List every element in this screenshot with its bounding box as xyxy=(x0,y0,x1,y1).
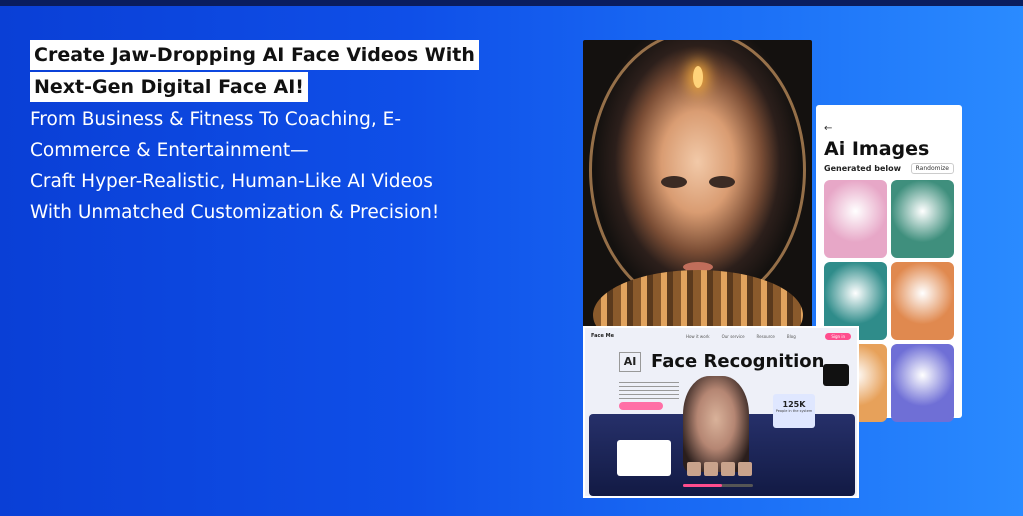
phone-subtitle: Generated below xyxy=(824,164,901,173)
face-thumbnail[interactable] xyxy=(687,462,701,476)
mock-face-thumbnails xyxy=(687,462,752,476)
mock-nav-item[interactable]: Blog xyxy=(787,334,796,339)
face-thumbnail[interactable] xyxy=(738,462,752,476)
mock-signin-button[interactable]: Sign in xyxy=(825,332,851,340)
helmet-light-icon xyxy=(693,66,703,88)
mock-nav-item[interactable]: Resource xyxy=(757,334,775,339)
body-line-1: From Business & Fitness To Coaching, E- xyxy=(30,109,401,130)
mock-chart-card xyxy=(617,440,671,476)
mock-cta-button[interactable] xyxy=(619,402,663,410)
mock-nav: Face Me How it work Our service Resource… xyxy=(585,328,857,344)
body-line-4: With Unmatched Customization & Precision… xyxy=(30,202,440,223)
mock-title: Face Recognition xyxy=(651,351,825,372)
right-eye xyxy=(709,176,735,188)
image-tile[interactable] xyxy=(891,180,954,258)
mock-logo[interactable]: Face Me xyxy=(591,333,614,339)
scan-badge-icon xyxy=(823,364,849,386)
suit-collar xyxy=(593,270,803,330)
mock-face-image xyxy=(683,376,749,472)
mock-progress-bar xyxy=(683,484,753,487)
face-thumbnail[interactable] xyxy=(704,462,718,476)
mock-progress-fill xyxy=(683,484,722,487)
image-tile[interactable] xyxy=(891,262,954,340)
body-line-3: Craft Hyper-Realistic, Human-Like AI Vid… xyxy=(30,171,433,192)
headline-line-1: Create Jaw-Dropping AI Face Videos With xyxy=(30,40,479,70)
mock-nav-item[interactable]: Our service xyxy=(722,334,745,339)
face-recognition-ui-mockup: Face Me How it work Our service Resource… xyxy=(583,326,859,498)
image-tile[interactable] xyxy=(824,180,887,258)
astronaut-portrait-image xyxy=(583,40,812,330)
mock-nav-item[interactable]: How it work xyxy=(686,334,710,339)
face-thumbnail[interactable] xyxy=(721,462,735,476)
phone-title: Ai Images xyxy=(824,138,930,160)
mock-stat-card: 125K People in the system xyxy=(773,394,815,428)
randomize-button[interactable]: Randomize xyxy=(910,163,954,174)
promo-copy: Create Jaw-Dropping AI Face Videos With … xyxy=(30,40,550,228)
stat-label: People in the system xyxy=(775,409,813,413)
back-arrow-icon[interactable]: ← xyxy=(824,123,954,134)
image-tile[interactable] xyxy=(891,344,954,422)
ai-box: AI xyxy=(619,352,641,372)
headline-line-2: Next-Gen Digital Face AI! xyxy=(30,72,308,102)
body-line-2: Commerce & Entertainment— xyxy=(30,140,309,161)
left-eye xyxy=(661,176,687,188)
stat-number: 125K xyxy=(782,400,806,409)
top-band xyxy=(0,0,1023,6)
mock-paragraph xyxy=(619,382,679,402)
promo-banner: Create Jaw-Dropping AI Face Videos With … xyxy=(0,0,1023,516)
